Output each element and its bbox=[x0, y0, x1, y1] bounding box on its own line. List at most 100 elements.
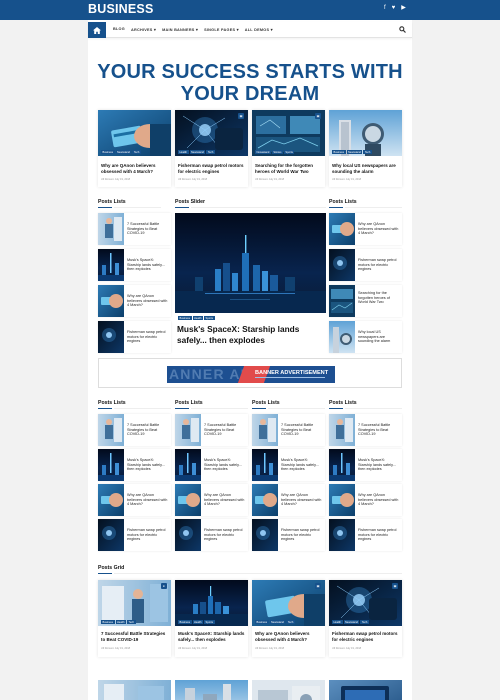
category-tag[interactable]: Newsstand bbox=[115, 150, 132, 155]
nav-item-all-demos[interactable]: ALL DEMOS ▾ bbox=[245, 27, 273, 32]
list-item[interactable]: Fisherman swap petrol motors for electri… bbox=[329, 249, 402, 281]
list-item[interactable]: Musk's SpaceX: Starship lands safely... … bbox=[98, 449, 171, 481]
list-item-title: Musk's SpaceX: Starship lands safely... … bbox=[127, 258, 165, 272]
twitter-icon[interactable]: ♥ bbox=[392, 3, 396, 13]
list-item[interactable]: Why are QAnon believers obsessed with 4 … bbox=[252, 484, 325, 516]
category-tag[interactable]: Sports bbox=[283, 150, 295, 155]
category-tag[interactable]: Business bbox=[255, 620, 269, 625]
post-thumbnail bbox=[329, 449, 355, 481]
category-tag[interactable]: Tech bbox=[132, 150, 141, 155]
post-title[interactable]: Fisherman swap petrol motors for electri… bbox=[178, 163, 245, 174]
ad-banner[interactable]: ANNER ADV BANNER ADVERTISEMENT bbox=[167, 366, 335, 383]
post-meta: Jill Romero July 19, 2018 bbox=[332, 178, 362, 181]
grid-post-card[interactable]: Business Health Sports Musk's SpaceX: St… bbox=[175, 580, 248, 657]
category-tag[interactable]: Business bbox=[178, 316, 192, 321]
list-item[interactable]: Fisherman swap petrol motors for electri… bbox=[98, 519, 171, 551]
post-title[interactable]: Why are QAnon believers obsessed with 4 … bbox=[255, 631, 322, 642]
category-tag[interactable]: Business bbox=[332, 150, 346, 155]
post-title[interactable]: Why are QAnon believers obsessed with 4 … bbox=[101, 163, 168, 174]
list-item[interactable]: Musk's SpaceX: Starship lands safely... … bbox=[252, 449, 325, 481]
category-tag[interactable]: Tech bbox=[286, 620, 295, 625]
grid-post-image[interactable] bbox=[175, 680, 248, 700]
grid-post-image[interactable] bbox=[329, 680, 402, 700]
chevron-down-icon: ▾ bbox=[270, 28, 273, 32]
post-title[interactable]: Why local US newspapers are sounding the… bbox=[332, 163, 399, 174]
category-tag[interactable]: Tech bbox=[127, 620, 136, 625]
list-item[interactable]: Searching for the forgotten heroes of Wo… bbox=[329, 285, 402, 317]
list-item[interactable]: Why are QAnon believers obsessed with 4 … bbox=[329, 213, 402, 245]
list-item[interactable]: 7 Successful Battle Strategies to Beat C… bbox=[175, 414, 248, 446]
category-tag[interactable]: Tech bbox=[206, 150, 215, 155]
nav-item-single-pages[interactable]: SINGLE PAGES ▾ bbox=[204, 27, 239, 32]
category-tag[interactable]: Tech bbox=[360, 620, 369, 625]
list-item[interactable]: Why are QAnon believers obsessed with 4 … bbox=[98, 484, 171, 516]
category-tag[interactable]: Business bbox=[101, 620, 115, 625]
heading-underline bbox=[329, 408, 343, 410]
post-thumbnail bbox=[252, 484, 278, 516]
search-icon[interactable] bbox=[399, 26, 406, 33]
post-title[interactable]: 7 Successful Battle Strategies to Beat C… bbox=[101, 631, 168, 642]
grid-post-image[interactable] bbox=[252, 680, 325, 700]
category-tag[interactable]: Health bbox=[178, 150, 189, 155]
chevron-down-icon: ▾ bbox=[236, 28, 239, 32]
category-tag[interactable]: Health bbox=[115, 620, 127, 625]
slider-post-title[interactable]: Musk's SpaceX: Starship lands safely... … bbox=[177, 324, 325, 345]
category-tag[interactable]: Newsstand bbox=[255, 150, 271, 155]
post-thumbnail bbox=[252, 449, 278, 481]
post-meta: Jill Romero July 19, 2018 bbox=[178, 178, 208, 181]
grid-post-card[interactable]: ▣ Business Newsstand Tech Why are QAnon … bbox=[252, 580, 325, 657]
list-item[interactable]: 7 Successful Battle Strategies to Beat C… bbox=[329, 414, 402, 446]
nav-item-main-banners[interactable]: MAIN BANNERS ▾ bbox=[162, 27, 198, 32]
category-tag[interactable]: Sports bbox=[204, 620, 215, 625]
category-tag[interactable]: Business bbox=[178, 620, 192, 625]
list-item[interactable]: Why are QAnon believers obsessed with 4 … bbox=[175, 484, 248, 516]
post-thumbnail bbox=[98, 249, 124, 281]
nav-item-archives[interactable]: ARCHIVES ▾ bbox=[131, 27, 156, 32]
category-tag[interactable]: Tech bbox=[363, 150, 372, 155]
list-item[interactable]: Fisherman swap petrol motors for electri… bbox=[98, 321, 171, 353]
heading-underline bbox=[175, 207, 189, 209]
category-tag[interactable]: Sports bbox=[204, 316, 215, 321]
top-post-card[interactable]: Business Newsstand Tech Why are QAnon beli… bbox=[98, 110, 171, 187]
youtube-icon[interactable]: ▶ bbox=[401, 3, 406, 13]
list-item[interactable]: 7 Successful Battle Strategies to Beat C… bbox=[252, 414, 325, 446]
top-post-card[interactable]: Business Newsstand Tech Why local US newsp… bbox=[329, 110, 402, 187]
grid-post-image[interactable] bbox=[98, 680, 171, 700]
nav-item-blog[interactable]: BLOG bbox=[113, 27, 125, 32]
site-logo[interactable]: BUSINESS bbox=[88, 2, 154, 16]
list-item[interactable]: Why local US newspapers are sounding the… bbox=[329, 321, 402, 353]
slider-image[interactable] bbox=[175, 213, 326, 313]
camera-icon: ▣ bbox=[238, 113, 244, 119]
category-tag[interactable]: Health bbox=[192, 316, 204, 321]
category-tag[interactable]: Health bbox=[192, 620, 204, 625]
category-tag[interactable]: Newsstand bbox=[346, 150, 363, 155]
home-button[interactable] bbox=[88, 22, 106, 38]
facebook-icon[interactable]: f bbox=[384, 3, 386, 13]
top-post-card[interactable]: ▣ Newsstand Stories Sports Searching for t… bbox=[252, 110, 325, 187]
post-title[interactable]: Searching for the forgotten heroes of Wo… bbox=[255, 163, 322, 174]
category-tag[interactable]: Newsstand bbox=[269, 620, 286, 625]
list-item[interactable]: Musk's SpaceX: Starship lands safely... … bbox=[175, 449, 248, 481]
category-tag[interactable]: Stories bbox=[271, 150, 283, 155]
category-tag[interactable]: Health bbox=[332, 620, 343, 625]
list-item[interactable]: Fisherman swap petrol motors for electri… bbox=[329, 519, 402, 551]
list-item[interactable]: Fisherman swap petrol motors for electri… bbox=[252, 519, 325, 551]
list-item[interactable]: Musk's SpaceX: Starship lands safely... … bbox=[329, 449, 402, 481]
grid-post-card[interactable]: in Business Health Tech 7 Successful Bat… bbox=[98, 580, 171, 657]
list-item[interactable]: 7 Successful Battle Strategies to Beat C… bbox=[98, 414, 171, 446]
list-item[interactable]: Why are QAnon believers obsessed with 4 … bbox=[329, 484, 402, 516]
post-thumbnail bbox=[98, 519, 124, 551]
post-thumbnail bbox=[252, 414, 278, 446]
post-title[interactable]: Musk's SpaceX: Starship lands safely... … bbox=[178, 631, 245, 642]
list-item[interactable]: Musk's SpaceX: Starship lands safely... … bbox=[98, 249, 171, 281]
list-item[interactable]: Why are QAnon believers obsessed with 4 … bbox=[98, 285, 171, 317]
list-item[interactable]: Fisherman swap petrol motors for electri… bbox=[175, 519, 248, 551]
category-tag[interactable]: Business bbox=[101, 150, 115, 155]
post-thumbnail bbox=[98, 285, 124, 317]
category-tag[interactable]: Newsstand bbox=[189, 150, 206, 155]
list-item[interactable]: 7 Successful Battle Strategies to Beat C… bbox=[98, 213, 171, 245]
grid-post-card[interactable]: ▣ Health Newsstand Tech Fisherman swap p… bbox=[329, 580, 402, 657]
category-tag[interactable]: Newsstand bbox=[343, 620, 360, 625]
post-title[interactable]: Fisherman swap petrol motors for electri… bbox=[332, 631, 399, 642]
top-post-card[interactable]: ▣ Health Newsstand Tech Fisherman swap pet… bbox=[175, 110, 248, 187]
